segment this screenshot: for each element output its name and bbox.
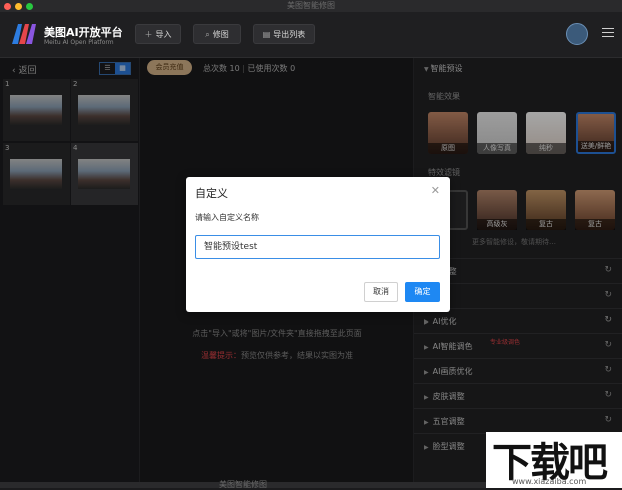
retouch-button[interactable]: ⌕ 修图 <box>193 24 241 44</box>
export-list-button[interactable]: ▤ 导出列表 <box>253 24 315 44</box>
import-button[interactable]: ＋导入 <box>135 24 181 44</box>
list-icon: ▤ <box>262 30 271 39</box>
dialog-prompt: 请输入自定义名称 <box>195 213 259 222</box>
menu-icon[interactable] <box>602 28 614 38</box>
cancel-button[interactable]: 取消 <box>364 282 398 302</box>
bottom-bar: 美图智能修图 <box>0 480 486 489</box>
retouch-label: 修图 <box>212 30 229 39</box>
bottom-window-title: 美图智能修图 <box>219 480 267 489</box>
import-label: 导入 <box>155 30 172 39</box>
window-title: 美图智能修图 <box>287 1 335 10</box>
custom-name-input[interactable]: 智能预设test <box>195 235 440 259</box>
window-titlebar: 美图智能修图 <box>0 0 622 12</box>
close-icon[interactable]: ✕ <box>431 184 440 197</box>
brand-subtitle: Meitu AI Open Platform <box>44 39 114 46</box>
plus-icon: ＋ <box>144 30 153 39</box>
export-list-label: 导出列表 <box>273 30 306 39</box>
watermark-logo: 下载吧 www.xiazaiba.com <box>486 432 622 488</box>
app-header: 美图AI开放平台 Meitu AI Open Platform ＋导入 ⌕ 修图 … <box>0 12 622 58</box>
dialog-title: 自定义 <box>195 187 228 200</box>
avatar[interactable] <box>566 23 588 45</box>
confirm-button[interactable]: 确定 <box>405 282 440 302</box>
brand-title: 美图AI开放平台 <box>44 26 123 39</box>
watermark-url: www.xiazaiba.com <box>512 477 587 486</box>
custom-name-dialog: 自定义 ✕ 请输入自定义名称 智能预设test 取消 确定 <box>186 177 450 312</box>
wand-icon: ⌕ <box>205 30 210 39</box>
brand-logo-icon <box>12 24 36 44</box>
